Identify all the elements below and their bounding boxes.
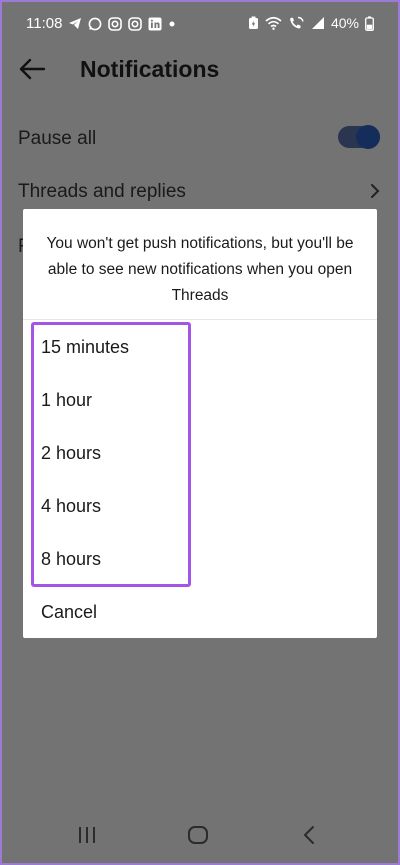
threads-and-replies-row[interactable]: Threads and replies	[18, 181, 380, 203]
cancel-button[interactable]: Cancel	[23, 586, 377, 639]
pause-all-row[interactable]: Pause all	[18, 125, 380, 150]
back-arrow-icon[interactable]	[18, 57, 46, 86]
option-4-hours[interactable]: 4 hours	[23, 480, 377, 533]
recent-apps-icon[interactable]	[77, 825, 97, 850]
option-15-minutes[interactable]: 15 minutes	[23, 321, 377, 374]
dialog-divider	[23, 319, 377, 320]
toggle-knob	[356, 125, 380, 149]
battery-icon	[365, 15, 374, 31]
threads-and-replies-label: Threads and replies	[18, 181, 186, 202]
clock: 11:08	[26, 15, 63, 32]
page-title: Notifications	[80, 56, 220, 82]
pause-all-toggle[interactable]	[338, 125, 380, 149]
linkedin-icon	[148, 17, 162, 31]
status-bar: 11:08 40%	[0, 0, 400, 46]
duration-options: 15 minutes 1 hour 2 hours 4 hours 8 hour…	[23, 321, 377, 639]
app-header: Notifications	[0, 48, 400, 92]
instagram-icon	[108, 16, 123, 31]
system-nav-bar	[0, 805, 400, 865]
home-icon[interactable]	[187, 825, 209, 850]
dot-icon	[168, 20, 176, 28]
battery-saver-icon	[248, 16, 259, 30]
battery-level: 40%	[330, 15, 359, 31]
pause-all-label: Pause all	[18, 128, 97, 149]
whatsapp-icon	[88, 17, 102, 31]
option-8-hours[interactable]: 8 hours	[23, 533, 377, 586]
telegram-icon	[68, 17, 82, 30]
wifi-icon	[265, 16, 282, 30]
pause-duration-dialog: You won't get push notifications, but yo…	[23, 209, 377, 638]
nav-back-icon[interactable]	[302, 825, 316, 850]
option-2-hours[interactable]: 2 hours	[23, 427, 377, 480]
signal-icon	[311, 16, 325, 30]
instagram-icon	[128, 16, 143, 31]
wifi-calling-icon	[288, 16, 305, 30]
dialog-message: You won't get push notifications, but yo…	[46, 235, 354, 304]
option-1-hour[interactable]: 1 hour	[23, 374, 377, 427]
chevron-right-icon	[370, 183, 380, 205]
